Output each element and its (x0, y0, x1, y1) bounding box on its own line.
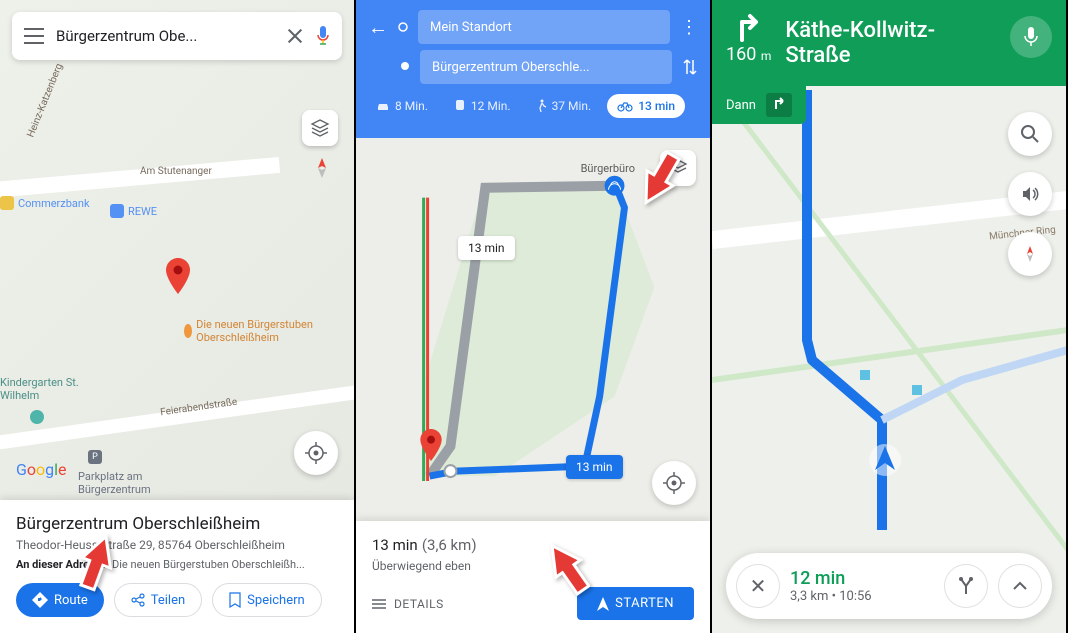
terrain-info: Überwiegend eben (372, 559, 694, 573)
swap-icon[interactable] (682, 57, 698, 77)
details-button[interactable]: DETAILS (372, 597, 444, 611)
mode-car[interactable]: 8 Min. (366, 94, 438, 118)
mic-icon[interactable] (316, 26, 330, 46)
clear-icon[interactable] (286, 27, 304, 45)
close-button[interactable]: ✕ (736, 564, 780, 608)
route-time-bubble: 13 min (458, 236, 515, 260)
map-pin-icon (166, 258, 190, 294)
share-button[interactable]: Teilen (114, 583, 202, 617)
mode-transit[interactable]: 12 Min. (444, 94, 521, 118)
save-button[interactable]: Speichern (212, 583, 322, 617)
destination-dot-icon (400, 61, 410, 73)
directions-icon (32, 592, 48, 608)
menu-icon[interactable] (24, 28, 44, 44)
mode-bike[interactable]: 13 min (607, 94, 685, 118)
navigate-icon (597, 597, 609, 611)
poi-kindergarten[interactable]: Kindergarten St. Wilhelm (0, 376, 80, 424)
road-label: Heinz-Katzenberg (25, 62, 65, 139)
crosshair-icon (305, 442, 327, 464)
poi-restaurant[interactable]: Die neuen Bürgerstuben Oberschleißheim (184, 318, 314, 344)
list-icon (372, 598, 386, 610)
bike-icon (617, 100, 633, 112)
transit-icon (454, 99, 466, 113)
chevron-up-icon (1012, 581, 1028, 591)
compass-icon (1020, 244, 1040, 264)
bookmark-icon (229, 592, 241, 608)
search-bar[interactable]: Bürgerzentrum Obe... (12, 12, 342, 60)
start-button[interactable]: STARTEN (577, 587, 694, 620)
from-input[interactable]: Mein Standort (418, 10, 670, 44)
place-address: Theodor-Heuss-Straße 29, 85764 Oberschle… (16, 538, 338, 552)
search-icon (1020, 124, 1040, 144)
eta-time: 12 min (790, 568, 934, 589)
crosshair-icon (663, 472, 685, 494)
turn-right-icon (732, 10, 766, 44)
to-input[interactable]: Bürgerzentrum Oberschle... (420, 50, 672, 84)
layers-button[interactable] (302, 110, 338, 146)
place-card: Bürgerzentrum Oberschleißheim Theodor-He… (0, 500, 354, 633)
then-turn-icon (766, 93, 792, 117)
poi-commerzbank[interactable]: Commerzbank (0, 196, 90, 210)
expand-button[interactable] (998, 564, 1042, 608)
eta-details: 3,3 km • 10:56 (790, 589, 934, 604)
street-name: Käthe-Kollwitz-Straße (785, 18, 996, 68)
sound-button[interactable] (1008, 172, 1052, 216)
mic-icon (1023, 26, 1039, 48)
annotation-arrow-icon (544, 535, 590, 599)
search-button[interactable] (1008, 112, 1052, 156)
walk-icon (537, 99, 547, 113)
mode-walk[interactable]: 37 Min. (527, 94, 602, 118)
poi-label: Bürgerbüro (581, 162, 635, 175)
compass-button[interactable] (1008, 232, 1052, 276)
compass-icon[interactable] (310, 156, 334, 180)
car-icon (376, 100, 390, 112)
locate-button[interactable] (294, 431, 338, 475)
annotation-arrow-icon (74, 529, 120, 593)
layers-icon (310, 118, 330, 138)
voice-button[interactable] (1010, 16, 1052, 58)
speaker-icon (1020, 184, 1040, 204)
annotation-arrow-icon (636, 148, 682, 212)
place-note: An dieser Adresse: Die neuen Bürgerstube… (16, 558, 338, 571)
google-logo: Google (16, 460, 67, 479)
road-label: Am Stutenanger (140, 166, 212, 177)
place-title: Bürgerzentrum Oberschleißheim (16, 514, 338, 534)
fork-icon (957, 576, 975, 596)
back-icon[interactable]: ← (368, 15, 388, 40)
poi-parkplatz[interactable]: PParkplatz am Bürgerzentrum (78, 450, 168, 496)
route-summary: 13 min (3,6 km) (372, 535, 694, 555)
turn-distance: 160 m (726, 44, 771, 65)
alternate-routes-button[interactable] (944, 564, 988, 608)
navigation-bottom-bar: ✕ 12 min 3,3 km • 10:56 (726, 553, 1052, 619)
route-time-badge: 13 min (566, 455, 623, 479)
route-summary-card: 13 min (3,6 km) Überwiegend eben DETAILS… (356, 521, 710, 633)
more-icon[interactable]: ⋮ (680, 17, 698, 38)
locate-button[interactable] (652, 461, 696, 505)
navigation-header: 160 m Käthe-Kollwitz-Straße (712, 0, 1066, 86)
directions-header: ← Mein Standort ⋮ Bürgerzentrum Oberschl… (356, 0, 710, 138)
poi-rewe[interactable]: REWE (110, 204, 157, 218)
then-banner: Dann (712, 86, 806, 124)
search-text: Bürgerzentrum Obe... (56, 27, 274, 45)
destination-pin-icon (420, 429, 442, 461)
origin-dot-icon (398, 22, 408, 32)
share-icon (131, 593, 145, 607)
navigation-arrow-icon (867, 442, 903, 478)
